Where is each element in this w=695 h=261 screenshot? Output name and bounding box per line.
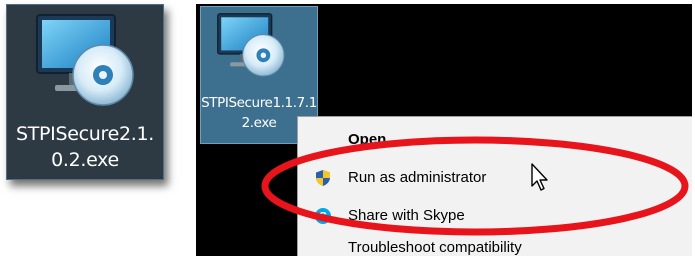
file-name-label: STPISecure2.1.0.2.exe xyxy=(15,123,155,171)
menu-item-label: Open xyxy=(348,131,387,148)
installer-monitor-disc-icon xyxy=(217,13,285,77)
installer-monitor-disc-icon xyxy=(36,14,134,106)
menu-item-open[interactable]: Open xyxy=(298,125,692,155)
file-icon-stpisecure-2-1-0-2[interactable]: STPISecure2.1.0.2.exe xyxy=(6,4,164,180)
uac-shield-icon xyxy=(316,170,330,186)
menu-item-label: Share with Skype xyxy=(348,207,465,224)
menu-item-label: Run as administrator xyxy=(348,169,487,186)
menu-item-troubleshoot-compatibility[interactable]: Troubleshoot compatibility xyxy=(298,233,692,256)
skype-icon: S xyxy=(315,208,331,224)
menu-item-share-with-skype[interactable]: S Share with Skype xyxy=(298,201,692,231)
menu-item-label: Troubleshoot compatibility xyxy=(348,239,522,256)
mouse-pointer-icon xyxy=(531,163,548,191)
menu-item-run-as-administrator[interactable]: Run as administrator xyxy=(298,163,692,193)
context-menu: Open Run as administrator S Share with S… xyxy=(297,116,692,256)
svg-text:S: S xyxy=(319,210,327,224)
desktop-area: STPISecure1.1.7.12.exe Open Run as admin… xyxy=(196,4,692,256)
